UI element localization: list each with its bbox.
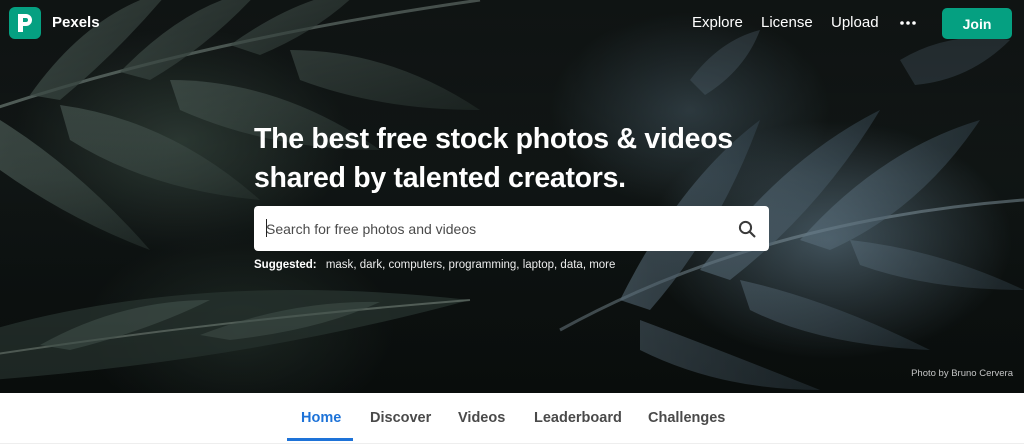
search-bar: [254, 206, 769, 251]
photo-credit[interactable]: Photo by Bruno Cervera: [911, 368, 1013, 379]
tab-challenges[interactable]: Challenges: [648, 410, 725, 427]
nav-explore[interactable]: Explore: [692, 14, 743, 32]
hero-headline-line-1: The best free stock photos & videos: [254, 123, 733, 155]
join-button[interactable]: Join: [942, 8, 1012, 39]
suggested-tag-programming[interactable]: programming: [449, 259, 517, 271]
suggested-label: Suggested:: [254, 259, 317, 271]
search-input[interactable]: [266, 206, 726, 251]
suggested-tag-more[interactable]: more: [589, 259, 615, 271]
tag-separator: ,: [353, 259, 360, 271]
hero-headline-line-2: shared by talented creators.: [254, 162, 626, 194]
hero-headline: The best free stock photos & videos shar…: [254, 120, 814, 198]
suggested-tag-dark[interactable]: dark: [360, 259, 382, 271]
nav-license[interactable]: License: [761, 14, 813, 32]
suggested-tag-computers[interactable]: computers: [388, 259, 442, 271]
suggested-tag-laptop[interactable]: laptop: [523, 259, 554, 271]
tag-separator: ,: [442, 259, 449, 271]
active-tab-indicator: [287, 438, 353, 441]
search-icon[interactable]: [737, 219, 757, 239]
pexels-logo[interactable]: [9, 7, 41, 39]
tab-home[interactable]: Home: [301, 410, 341, 427]
pexels-home-page: Pexels Explore License Upload Join The b…: [0, 0, 1024, 444]
tab-videos[interactable]: Videos: [458, 410, 505, 427]
suggested-tag-mask[interactable]: mask: [326, 259, 353, 271]
text-cursor: [266, 219, 267, 237]
brand-name[interactable]: Pexels: [52, 14, 100, 32]
pexels-logo-icon: [18, 14, 32, 32]
suggested-tag-data[interactable]: data: [560, 259, 582, 271]
section-tabs: Home Discover Videos Leaderboard Challen…: [0, 393, 1024, 444]
suggested-searches: Suggested: mask, dark, computers, progra…: [254, 258, 615, 273]
nav-upload[interactable]: Upload: [831, 14, 879, 32]
tab-discover[interactable]: Discover: [370, 410, 431, 427]
tab-leaderboard[interactable]: Leaderboard: [534, 410, 622, 427]
tag-separator: ,: [516, 259, 523, 271]
more-horizontal-icon[interactable]: [898, 14, 918, 32]
